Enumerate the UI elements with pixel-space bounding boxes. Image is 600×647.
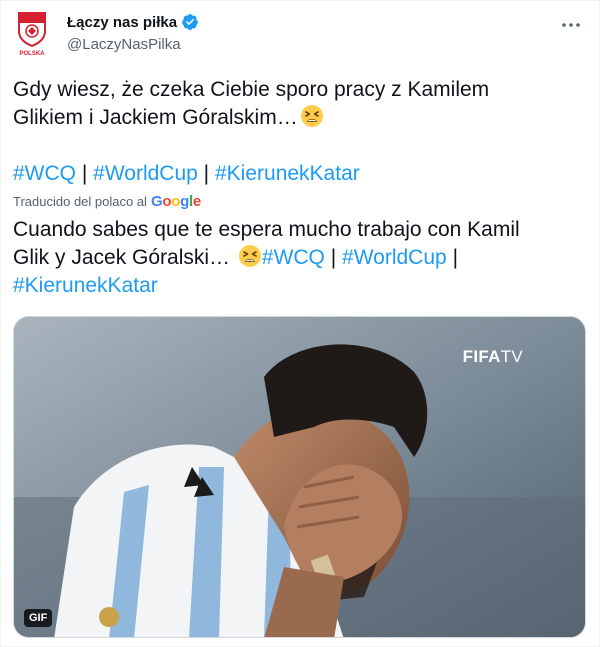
verified-badge-icon [181,13,199,31]
translation-attribution: Traducido del polaco al Google [13,193,201,210]
translated-text-fragment: Glik y Jacek Góralski… [13,246,231,269]
more-options-icon[interactable] [557,11,585,39]
translation-label: Traducido del polaco al [13,194,147,209]
tired-face-emoji-icon [300,104,324,128]
translated-text-line: Glik y Jacek Góralski… #WCQ | #WorldCup … [13,244,589,272]
translated-text-line: Cuando sabes que te espera mucho trabajo… [13,218,520,241]
hashtag-link[interactable]: #WorldCup [93,162,198,185]
avatar[interactable]: POLSKA [15,11,49,57]
tired-face-emoji-icon [238,244,262,268]
hashtag-link[interactable]: #KierunekKatar [13,274,158,297]
watermark-main: FIFA [462,347,501,366]
watermark-suffix: TV [500,347,523,366]
separator: | [452,246,459,269]
tweet-text-line: Gdy wiesz, że czeka Ciebie sporo pracy z… [13,78,490,101]
separator: | [203,162,210,185]
pzpn-logo-icon: POLSKA [18,12,46,57]
hashtag-link[interactable]: #WCQ [13,162,76,185]
separator: | [330,246,337,269]
translated-text-line: #KierunekKatar [13,272,589,300]
hashtag-link[interactable]: #KierunekKatar [215,162,360,185]
tweet-text: Gdy wiesz, że czeka Ciebie sporo pracy z… [13,76,589,132]
tweet-card: POLSKA Łączy nas piłka @LaczyNasPilka Gd… [0,0,600,647]
author-name-row: Łączy nas piłka [67,13,199,31]
display-name[interactable]: Łączy nas piłka [67,14,177,31]
google-logo-icon[interactable]: Google [151,193,201,210]
tweet-text-fragment: Glikiem i Jackiem Góralskim… [13,106,298,129]
tweet-hashtags: #WCQ | #WorldCup | #KierunekKatar [13,160,360,188]
fifa-tv-watermark: FIFATV [463,347,523,367]
gif-badge: GIF [24,609,53,627]
avatar-badge-text: POLSKA [19,51,45,57]
separator: | [81,162,88,185]
gif-media[interactable]: FIFATV GIF [13,316,586,638]
tweet-text-line: Glikiem i Jackiem Góralskim… [13,104,589,132]
translated-text: Cuando sabes que te espera mucho trabajo… [13,216,589,300]
hashtag-link[interactable]: #WCQ [262,246,325,269]
handle[interactable]: @LaczyNasPilka [67,36,181,53]
hashtag-link[interactable]: #WorldCup [342,246,447,269]
